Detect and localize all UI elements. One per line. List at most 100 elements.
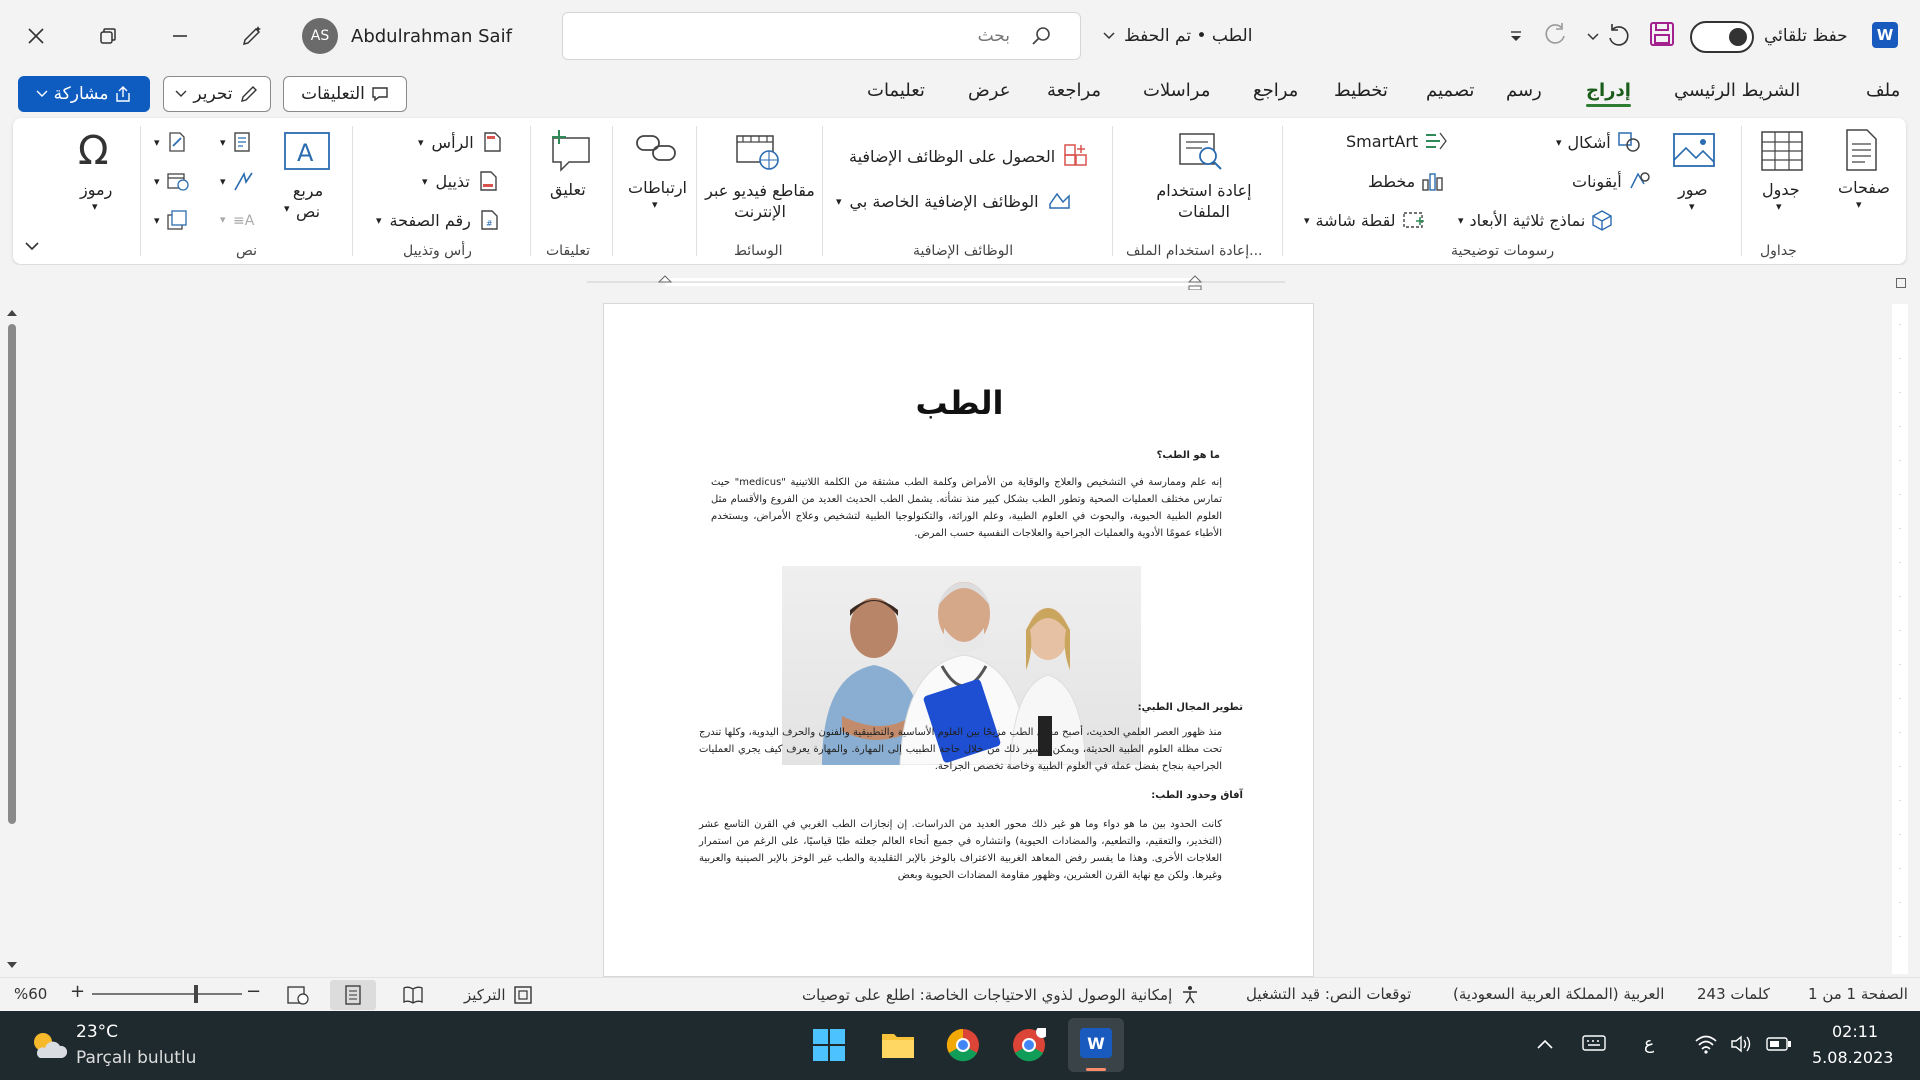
footer-button[interactable]: ▾ تذييل — [422, 170, 498, 192]
horizontal-ruler[interactable] — [585, 274, 1291, 291]
vertical-ruler[interactable] — [1892, 304, 1908, 974]
vertical-scrollbar[interactable] — [6, 304, 18, 972]
ruler-toggle-button[interactable] — [1896, 278, 1906, 288]
tab-view[interactable]: عرض — [968, 80, 1010, 101]
tab-references[interactable]: مراجع — [1253, 80, 1298, 101]
accessibility-status[interactable]: إمكانية الوصول لذوي الاحتياجات الخاصة: ا… — [802, 985, 1200, 1005]
share-button[interactable]: مشاركة — [18, 76, 150, 112]
autosave-toggle[interactable] — [1690, 21, 1754, 53]
online-video-button[interactable] — [735, 132, 781, 176]
get-addins-button[interactable]: الحصول على الوظائف الإضافية — [849, 143, 1089, 169]
drop-cap-button[interactable]: ▾ ≡A — [220, 209, 256, 230]
quick-parts-button[interactable]: ▾ — [220, 131, 252, 153]
textbox-button[interactable]: A — [283, 131, 331, 175]
wifi-button[interactable] — [1694, 1034, 1718, 1058]
chevron-down-icon: ▾ — [1689, 200, 1695, 213]
battery-button[interactable] — [1766, 1036, 1792, 1056]
pages-button[interactable] — [1843, 128, 1879, 176]
clock-time[interactable]: 02:11 — [1832, 1022, 1878, 1041]
symbols-button[interactable]: Ω — [78, 128, 118, 174]
chrome-profile-button[interactable] — [1012, 1026, 1048, 1066]
word-count[interactable]: 243 كلمات — [1697, 985, 1770, 1003]
tab-design[interactable]: تصميم — [1426, 80, 1474, 101]
search-input[interactable] — [563, 13, 1080, 59]
undo-button[interactable] — [1604, 20, 1632, 52]
signature-icon — [168, 132, 185, 152]
clock-date[interactable]: 5.08.2023 — [1812, 1048, 1893, 1067]
collapse-ribbon-button[interactable] — [24, 238, 40, 256]
zoom-level[interactable]: %60 — [14, 985, 47, 1003]
undo-dropdown[interactable] — [1586, 28, 1600, 46]
file-explorer-button[interactable] — [880, 1028, 916, 1066]
chart-button[interactable]: مخطط — [1368, 170, 1443, 192]
print-layout-button[interactable] — [330, 980, 376, 1010]
close-window-button[interactable] — [8, 8, 64, 64]
comment-icon — [372, 87, 388, 102]
symbols-label: رموز — [80, 180, 113, 199]
page-count[interactable]: الصفحة 1 من 1 — [1808, 985, 1908, 1003]
page-number-button[interactable]: ▾ رقم الصفحة # — [376, 209, 499, 231]
new-comment-button[interactable] — [547, 128, 593, 176]
links-button[interactable] — [634, 130, 678, 170]
document-title[interactable]: الطب • تم الحفظ — [1102, 26, 1252, 46]
restore-window-button[interactable] — [80, 8, 136, 64]
avatar[interactable]: AS — [302, 18, 338, 54]
minimize-window-button[interactable] — [152, 8, 208, 64]
weather-widget[interactable] — [28, 1028, 68, 1068]
icons-button[interactable]: أيقونات — [1572, 170, 1652, 192]
redo-button[interactable] — [1542, 20, 1570, 52]
icons-icon — [1629, 172, 1650, 189]
read-mode-button[interactable] — [402, 985, 424, 1009]
tab-home[interactable]: الشريط الرئيسي — [1674, 80, 1800, 101]
start-button[interactable] — [812, 1028, 846, 1066]
text-predictions-status[interactable]: توقعات النص: قيد التشغيل — [1246, 985, 1411, 1003]
dropdown-icon — [1511, 31, 1521, 41]
zoom-in-button[interactable]: + — [70, 981, 85, 1002]
language-status[interactable]: العربية (المملكة العربية السعودية) — [1453, 985, 1664, 1003]
editing-mode-button[interactable]: تحرير — [163, 76, 271, 112]
zoom-out-button[interactable]: − — [246, 981, 261, 1002]
wordart-button[interactable]: ▾ — [220, 170, 254, 192]
smartart-button[interactable]: SmartArt — [1346, 131, 1448, 151]
table-button[interactable] — [1760, 130, 1804, 176]
web-layout-button[interactable] — [286, 985, 310, 1009]
shapes-button[interactable]: ▾ أشكال — [1556, 131, 1641, 153]
save-button[interactable] — [1648, 20, 1676, 52]
tab-help[interactable]: تعليمات — [867, 80, 925, 101]
designer-button[interactable] — [224, 8, 280, 64]
focus-button[interactable]: التركيز — [464, 985, 533, 1005]
my-addins-button[interactable]: ▾ الوظائف الإضافية الخاصة بي — [836, 190, 1073, 212]
chevron-up-icon — [1537, 1039, 1553, 1049]
customize-toolbar-button[interactable] — [1508, 28, 1524, 48]
document-page[interactable]: الطب ما هو الطب؟ إنه علم وممارسة في التش… — [603, 303, 1314, 977]
3d-models-button[interactable]: ▾ نماذج ثلاثية الأبعاد — [1458, 209, 1613, 231]
textbox-label: مربع نص — [292, 181, 324, 221]
tab-insert[interactable]: إدراج — [1586, 80, 1631, 107]
show-hidden-icons-button[interactable] — [1536, 1036, 1554, 1054]
header-button[interactable]: ▾ الرأس — [418, 131, 502, 153]
tab-file[interactable]: ملف — [1866, 80, 1900, 101]
touch-keyboard-button[interactable] — [1582, 1034, 1606, 1056]
online-video-icon — [736, 135, 779, 170]
pictures-button[interactable] — [1672, 132, 1716, 172]
word-taskbar-button[interactable]: W — [1068, 1018, 1124, 1072]
zoom-slider[interactable] — [92, 985, 242, 1003]
tab-layout[interactable]: تخطيط — [1334, 80, 1388, 101]
object-button[interactable]: ▾ — [154, 209, 188, 231]
input-language[interactable]: ع — [1644, 1034, 1654, 1054]
scrollbar-thumb[interactable] — [8, 324, 16, 824]
reuse-files-button[interactable] — [1178, 132, 1224, 176]
chrome-button[interactable] — [946, 1028, 980, 1066]
tab-draw[interactable]: رسم — [1506, 80, 1542, 101]
battery-icon — [1766, 1037, 1791, 1051]
signature-line-button[interactable]: ▾ — [154, 131, 188, 153]
tab-review[interactable]: مراجعة — [1047, 80, 1101, 101]
tab-mailings[interactable]: مراسلات — [1143, 80, 1210, 101]
paragraph-development: منذ ظهور العصر العلمي الحديث، أصبح مجال … — [699, 727, 1222, 772]
search-box[interactable] — [562, 12, 1081, 60]
volume-button[interactable] — [1730, 1034, 1754, 1058]
date-time-button[interactable]: ▾ — [154, 170, 190, 192]
comments-button[interactable]: التعليقات — [283, 76, 407, 112]
zoom-slider-thumb[interactable] — [194, 985, 198, 1003]
screenshot-button[interactable]: ▾ لقطة شاشة — [1304, 209, 1426, 231]
